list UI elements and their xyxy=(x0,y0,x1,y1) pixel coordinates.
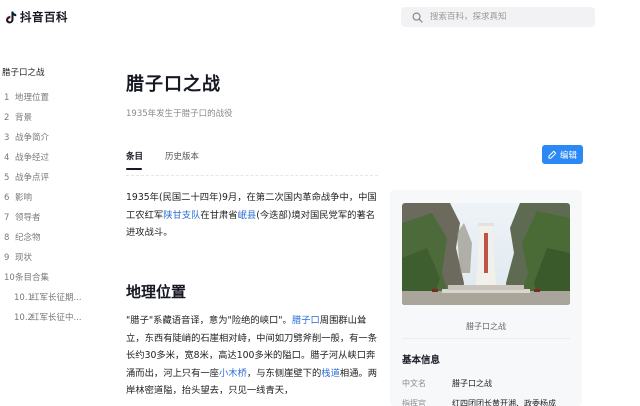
toc-item-label: 战争点评 xyxy=(15,173,50,183)
basic-info-title: 基本信息 xyxy=(402,355,441,366)
toc-item-summary[interactable]: 3 战争简介 xyxy=(0,128,98,148)
toc-item-status[interactable]: 9 现状 xyxy=(0,248,98,268)
toc-item-number: 9 xyxy=(4,253,10,263)
toc-item-number: 5 xyxy=(4,173,10,183)
toc-item-number: 10 xyxy=(4,273,15,283)
toc-item-label: 纪念物 xyxy=(15,233,41,243)
toc-item-number: 2 xyxy=(4,113,10,123)
toc-item-label: 战争经过 xyxy=(15,153,50,163)
info-row-chinese-name: 中文名 腊子口之战 xyxy=(402,378,492,392)
info-value: 腊子口之战 xyxy=(452,379,492,388)
intro-paragraph: 1935年(民国二十四年)9月，在第二次国内革命战争中，中国工农红军陕甘支队在甘… xyxy=(126,189,380,242)
toc-item-geography[interactable]: 1 地理位置 xyxy=(0,88,98,108)
toc-item-commentary[interactable]: 5 战争点评 xyxy=(0,168,98,188)
card-divider xyxy=(402,338,570,339)
toc-item-memorials[interactable]: 8 纪念物 xyxy=(0,228,98,248)
geo-text-3: ，与东侧崖壁下的 xyxy=(246,367,322,379)
link-minxian[interactable]: 岷县 xyxy=(238,210,257,221)
edit-icon xyxy=(548,150,557,159)
info-row-commander: 指挥官 红四团团长黄开湘、政委杨成 xyxy=(402,398,556,406)
toc-subitem-10-2[interactable]: 10.2 红军长征中... xyxy=(0,308,98,328)
toc-item-number: 10.1 xyxy=(14,293,33,303)
toc-item-label: 背景 xyxy=(15,113,33,123)
info-card: 腊子口之战 基本信息 中文名 腊子口之战 指挥官 红四团团长黄开湘、政委杨成 xyxy=(390,190,582,406)
toc-item-leaders[interactable]: 7 领导者 xyxy=(0,208,98,228)
toc-item-course[interactable]: 4 战争经过 xyxy=(0,148,98,168)
toc-item-number: 7 xyxy=(4,213,10,223)
link-wooden-bridge[interactable]: 小木桥 xyxy=(219,368,247,379)
page-title: 腊子口之战 xyxy=(126,74,221,95)
link-plank-road[interactable]: 栈道 xyxy=(321,368,340,379)
toc-item-label: 地理位置 xyxy=(15,93,50,103)
tabs-divider xyxy=(126,175,378,176)
info-key: 中文名 xyxy=(402,379,426,388)
link-lazikou[interactable]: 腊子口 xyxy=(292,315,320,326)
geo-text-1: "腊子"系藏语音译，意为"险绝的峡口"。 xyxy=(126,315,292,326)
toc-item-label: 红军长征期... xyxy=(31,293,82,303)
douyin-baike-logo[interactable]: 抖音百科 xyxy=(6,10,68,24)
logo-text: 抖音百科 xyxy=(20,10,68,24)
toc-item-number: 10.2 xyxy=(14,313,33,323)
toc-item-background[interactable]: 2 背景 xyxy=(0,108,98,128)
toc-item-label: 现状 xyxy=(15,253,33,263)
toc-item-collections[interactable]: 10 条目合集 xyxy=(0,268,98,288)
table-of-contents: 腊子口之战 1 地理位置 2 背景 3 战争简介 4 战争经过 5 战争点评 6 影响 7领… xyxy=(0,66,98,328)
page-subtitle: 1935年发生于腊子口的战役 xyxy=(126,109,233,119)
monument-image xyxy=(402,203,570,305)
intro-text-2: 在甘肃省 xyxy=(200,209,238,221)
geography-paragraph: "腊子"系藏语音译，意为"险绝的峡口"。腊子口周围群山耸立，东西有陡峭的石崖相对… xyxy=(126,312,380,400)
toc-title[interactable]: 腊子口之战 xyxy=(0,66,98,80)
tab-entry[interactable]: 条目 xyxy=(126,150,143,170)
monument-photo[interactable] xyxy=(402,203,570,305)
toc-item-label: 条目合集 xyxy=(15,273,50,283)
douyin-logo-icon xyxy=(6,10,17,23)
toc-item-number: 1 xyxy=(4,93,10,103)
toc-item-number: 4 xyxy=(4,153,10,163)
toc-item-label: 影响 xyxy=(15,193,33,203)
photo-caption: 腊子口之战 xyxy=(466,322,506,331)
toc-item-number: 8 xyxy=(4,233,10,243)
toc-item-label: 战争简介 xyxy=(15,133,50,143)
toc-subitem-10-1[interactable]: 10.1 红军长征期... xyxy=(0,288,98,308)
info-key: 指挥官 xyxy=(402,399,426,406)
toc-item-impact[interactable]: 6 影响 xyxy=(0,188,98,208)
tab-history-versions[interactable]: 历史版本 xyxy=(165,150,199,168)
info-value: 红四团团长黄开湘、政委杨成 xyxy=(452,399,556,406)
toc-item-label: 红军长征中... xyxy=(31,313,82,323)
edit-button[interactable]: 编辑 xyxy=(542,145,583,164)
toc-item-label: 领导者 xyxy=(15,213,41,223)
toc-item-number: 3 xyxy=(4,133,10,143)
toc-item-number: 6 xyxy=(4,193,10,203)
link-shaangan-detachment[interactable]: 陕甘支队 xyxy=(163,210,200,221)
section-heading-geography: 地理位置 xyxy=(126,283,187,301)
article-tabs: 条目 历史版本 xyxy=(126,150,199,170)
edit-button-label: 编辑 xyxy=(559,150,577,161)
